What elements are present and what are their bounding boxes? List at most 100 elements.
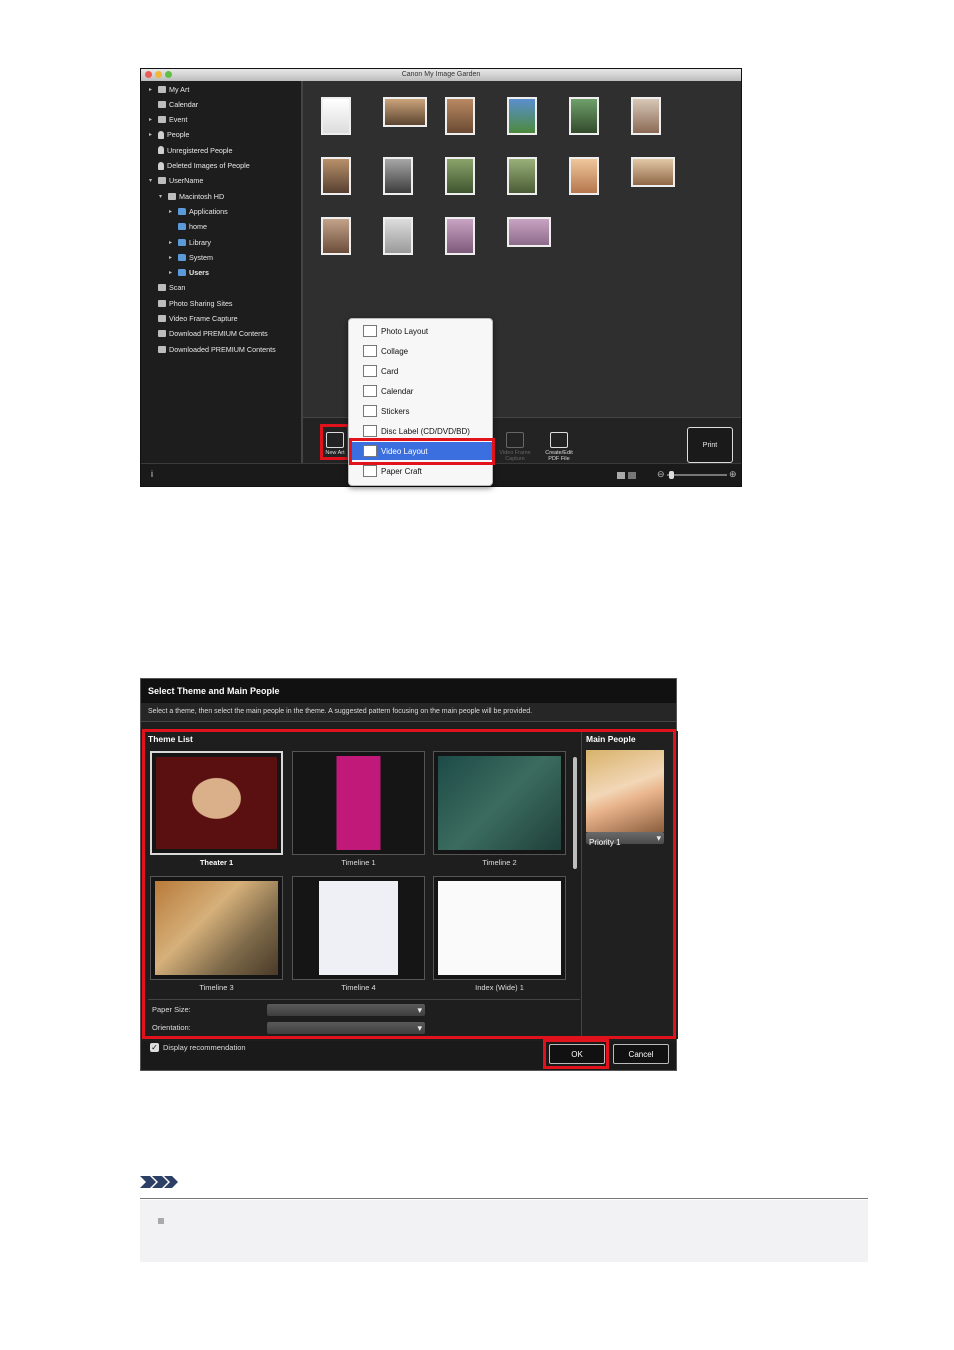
- window-controls: [145, 71, 172, 78]
- minimize-window-icon[interactable]: [155, 71, 162, 78]
- image-thumbnail[interactable]: [445, 157, 475, 195]
- zoom-window-icon[interactable]: [165, 71, 172, 78]
- image-thumbnail[interactable]: [445, 97, 475, 135]
- create-pdf-button[interactable]: Create/Edit PDF File: [539, 432, 579, 462]
- sidebar-item-download-premium-contents[interactable]: Download PREMIUM Contents: [149, 328, 268, 340]
- close-window-icon[interactable]: [145, 71, 152, 78]
- menu-item-calendar[interactable]: Calendar: [349, 382, 492, 400]
- disclosure-arrow-icon[interactable]: ▸: [169, 208, 175, 215]
- sidebar-item-label: Event: [169, 115, 188, 125]
- sidebar-item-downloaded-premium-contents[interactable]: Downloaded PREMIUM Contents: [149, 343, 276, 355]
- sidebar-item-label: UserName: [169, 176, 204, 186]
- folder-icon: [178, 207, 186, 215]
- video-frame-icon: [158, 315, 166, 322]
- zoom-out-icon[interactable]: ⊖: [657, 470, 665, 479]
- sidebar-item-username[interactable]: ▾ UserName: [149, 175, 203, 187]
- disclosure-arrow-icon[interactable]: ▾: [159, 193, 165, 200]
- sidebar-item-photo-sharing-sites[interactable]: Photo Sharing Sites: [149, 297, 233, 309]
- sidebar-item-label: System: [189, 252, 213, 262]
- paper-craft-icon: [363, 465, 377, 477]
- disclosure-arrow-icon[interactable]: ▸: [169, 254, 175, 261]
- disclosure-arrow-icon[interactable]: ▸: [149, 131, 155, 138]
- sidebar-item-users[interactable]: ▸ Users: [169, 267, 209, 279]
- sidebar-item-event[interactable]: ▸ Event: [149, 114, 187, 126]
- menu-item-label: Paper Craft: [381, 466, 422, 476]
- event-icon: [158, 116, 166, 124]
- print-label: Print: [702, 441, 718, 449]
- scan-icon: [158, 284, 166, 292]
- menu-item-collage[interactable]: Collage: [349, 342, 492, 360]
- sidebar-item-deleted-images-of-people[interactable]: Deleted Images of People: [149, 160, 250, 172]
- disclosure-arrow-icon[interactable]: ▸: [169, 239, 175, 246]
- sidebar-item-label: Macintosh HD: [179, 191, 225, 201]
- video-frame-icon: [506, 432, 524, 448]
- disclosure-arrow-icon[interactable]: ▸: [149, 86, 155, 93]
- sidebar-item-library[interactable]: ▸ Library: [169, 236, 211, 248]
- video-frame-capture-button[interactable]: Video Frame Capture: [493, 432, 537, 462]
- image-thumbnail[interactable]: [631, 157, 675, 187]
- menu-item-stickers[interactable]: Stickers: [349, 402, 492, 420]
- image-thumbnail[interactable]: [383, 97, 427, 127]
- theme-area-highlight: [142, 729, 676, 1039]
- new-art-highlight: [320, 424, 350, 460]
- zoom-in-icon[interactable]: ⊕: [729, 470, 737, 479]
- sidebar-item-label: People: [167, 130, 190, 140]
- sidebar-item-people[interactable]: ▸ People: [149, 129, 189, 141]
- sidebar-item-home[interactable]: home: [169, 221, 207, 233]
- menu-item-card[interactable]: Card: [349, 362, 492, 380]
- folder-icon: [178, 238, 186, 246]
- sidebar-item-label: Photo Sharing Sites: [169, 298, 233, 308]
- image-thumbnail[interactable]: [631, 97, 661, 135]
- cancel-button[interactable]: Cancel: [613, 1044, 669, 1064]
- disclosure-arrow-icon[interactable]: ▸: [169, 269, 175, 276]
- zoom-slider[interactable]: [667, 474, 727, 476]
- print-button[interactable]: Print: [687, 427, 733, 463]
- menu-item-label: Photo Layout: [381, 326, 429, 336]
- info-icon[interactable]: i: [151, 469, 153, 479]
- list-view-icon[interactable]: [628, 472, 636, 479]
- window-title: Canon My Image Garden: [401, 71, 481, 78]
- image-thumbnail[interactable]: [321, 217, 351, 255]
- download-icon: [158, 330, 166, 338]
- menu-item-label: Collage: [381, 346, 409, 356]
- image-thumbnail[interactable]: [569, 97, 599, 135]
- grid-view-icon[interactable]: [617, 472, 625, 479]
- sidebar-item-scan[interactable]: Scan: [149, 282, 185, 294]
- image-thumbnail[interactable]: [321, 97, 351, 135]
- sidebar-item-video-frame-capture[interactable]: Video Frame Capture: [149, 313, 238, 325]
- folder-icon: [178, 253, 186, 261]
- disclosure-arrow-icon[interactable]: ▾: [149, 177, 155, 184]
- image-thumbnail[interactable]: [569, 157, 599, 195]
- sidebar-item-unregistered-people[interactable]: Unregistered People: [149, 144, 233, 156]
- note-divider: [140, 1198, 868, 1199]
- image-thumbnail[interactable]: [383, 217, 413, 255]
- dialog-instruction: Select a theme, then select the main peo…: [141, 703, 676, 722]
- display-recommendation-checkbox[interactable]: ✓: [150, 1043, 159, 1052]
- sidebar-item-label: Library: [189, 237, 211, 247]
- image-thumbnail[interactable]: [321, 157, 351, 195]
- disc-label-icon: [363, 425, 377, 437]
- note-icon: [140, 1174, 180, 1195]
- ok-highlight: [543, 1039, 609, 1069]
- note-box: [140, 1200, 868, 1262]
- image-thumbnail[interactable]: [507, 157, 537, 195]
- zoom-slider-handle[interactable]: [669, 471, 674, 479]
- image-thumbnail[interactable]: [383, 157, 413, 195]
- sidebar-item-my-art[interactable]: ▸ My Art: [149, 83, 189, 95]
- sidebar-item-system[interactable]: ▸ System: [169, 251, 213, 263]
- menu-item-label: Disc Label (CD/DVD/BD): [381, 426, 470, 436]
- sidebar-item-label: Downloaded PREMIUM Contents: [169, 344, 276, 354]
- disclosure-arrow-icon[interactable]: ▸: [149, 116, 155, 123]
- image-thumbnail[interactable]: [507, 217, 551, 247]
- menu-item-photo-layout[interactable]: Photo Layout: [349, 322, 492, 340]
- sidebar-item-applications[interactable]: ▸ Applications: [169, 205, 228, 217]
- image-thumbnail[interactable]: [507, 97, 537, 135]
- sidebar-item-macintosh-hd[interactable]: ▾ Macintosh HD: [159, 190, 224, 202]
- sidebar-item-label: Download PREMIUM Contents: [169, 329, 268, 339]
- image-thumbnail[interactable]: [445, 217, 475, 255]
- menu-item-label: Stickers: [381, 406, 410, 416]
- cancel-label: Cancel: [628, 1049, 654, 1059]
- sidebar-item-label: Video Frame Capture: [169, 314, 238, 323]
- hard-disk-icon: [168, 192, 176, 200]
- sidebar-item-calendar[interactable]: Calendar: [149, 98, 198, 110]
